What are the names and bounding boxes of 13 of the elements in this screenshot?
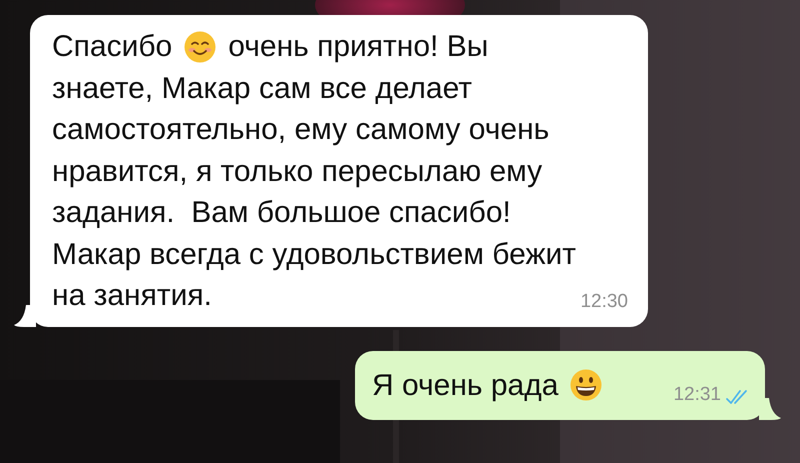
- message-text: нравится, я только пересылаю ему: [52, 154, 542, 190]
- message-text: самостоятельно, ему самому очень: [52, 112, 550, 148]
- message-text: задания. Вам большое спасибо!: [52, 195, 511, 231]
- message-time: 12:31: [673, 384, 721, 406]
- message-text: на занятия.: [52, 278, 212, 314]
- message-text: знаете, Макар сам все делает: [52, 70, 472, 106]
- message-text: очень приятно! Вы: [228, 29, 488, 65]
- message-text: Спасибо: [52, 29, 172, 65]
- smiling-face-icon: [184, 30, 216, 63]
- grinning-face-icon: [570, 369, 602, 402]
- message-time: 12:30: [580, 290, 628, 312]
- message-text: Я очень рада: [372, 368, 558, 404]
- message-text: Макар всегда с удовольствием бежит: [52, 236, 576, 272]
